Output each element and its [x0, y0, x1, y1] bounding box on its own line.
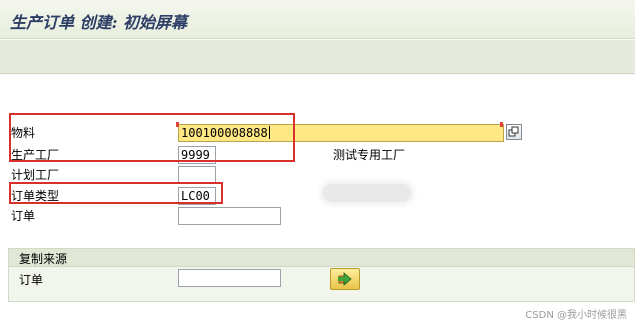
- order-field[interactable]: [178, 207, 281, 225]
- application-toolbar: [0, 39, 635, 74]
- copy-order-label: 订单: [19, 273, 44, 287]
- plant-description: 测试专用工厂: [333, 148, 406, 162]
- section-title: 复制来源: [19, 252, 68, 266]
- page-title: 生产订单 创建: 初始屏幕: [10, 13, 188, 32]
- annotation-box-order-type: [9, 182, 223, 204]
- title-bar: 生产订单 创建: 初始屏幕: [0, 0, 635, 39]
- watermark: CSDN @我小时候很黑: [525, 310, 627, 321]
- multiple-selection-button[interactable]: [506, 124, 522, 140]
- section-header: 复制来源: [9, 249, 634, 267]
- blurred-description: [323, 184, 411, 202]
- order-label: 订单: [11, 209, 36, 223]
- annotation-box-material-plant: [9, 113, 295, 162]
- copy-from-section: 复制来源: [8, 248, 635, 302]
- planning-plant-label: 计划工厂: [11, 168, 60, 182]
- execute-arrow-icon: [338, 272, 352, 286]
- multiple-selection-icon: [508, 126, 519, 137]
- required-marker: [500, 122, 503, 127]
- execute-button[interactable]: [330, 268, 360, 290]
- copy-order-field[interactable]: [178, 269, 281, 287]
